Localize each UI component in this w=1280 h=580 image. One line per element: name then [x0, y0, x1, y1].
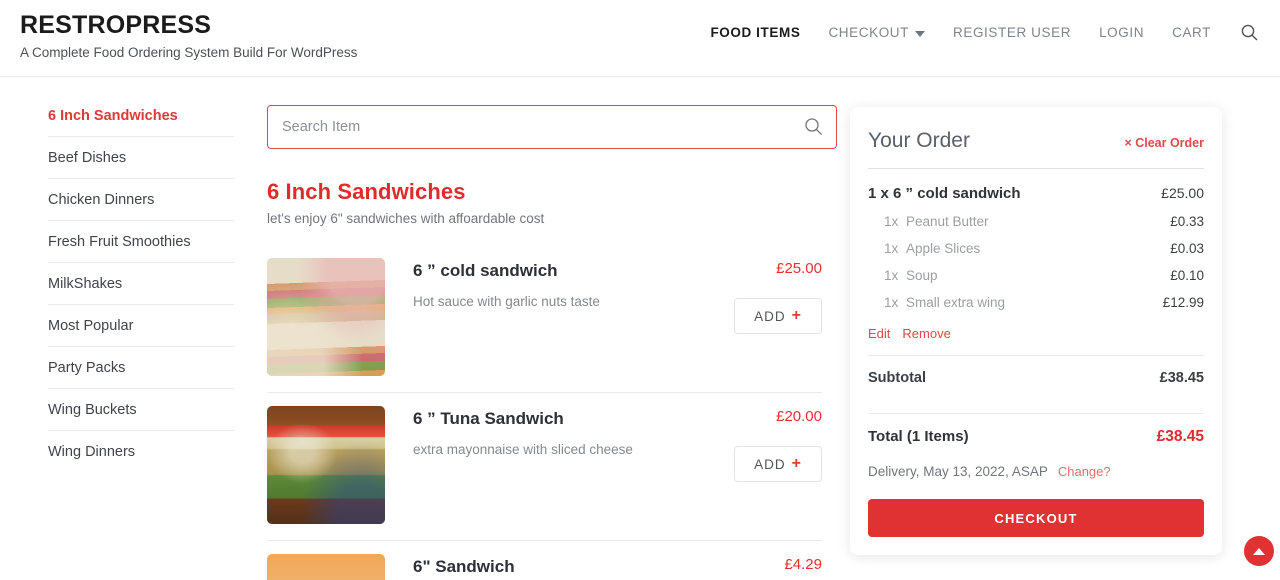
edit-item-button[interactable]: Edit [868, 326, 890, 341]
food-item-price: £25.00 [776, 260, 822, 277]
food-item-image [267, 406, 385, 524]
add-to-cart-button[interactable]: ADD + [734, 446, 822, 482]
food-item-price: £4.29 [784, 556, 822, 573]
caret-up-icon [1253, 547, 1265, 555]
category-sidebar: 6 Inch Sandwiches Beef Dishes Chicken Di… [20, 105, 234, 472]
chevron-down-icon [915, 30, 925, 37]
food-item-image [267, 258, 385, 376]
order-addon-row: 1x Apple Slices £0.03 [868, 241, 1204, 256]
order-addon-row: 1x Small extra wing £12.99 [868, 295, 1204, 310]
food-item-actions: £20.00 ADD + [682, 406, 822, 482]
addon-price: £0.33 [1170, 214, 1204, 229]
addon-qty: 1x [884, 295, 899, 310]
nav-item-cart[interactable]: CART [1158, 25, 1225, 40]
search-input[interactable] [267, 105, 837, 149]
order-column: Your Order × Clear Order 1 x 6 ” cold sa… [822, 105, 1240, 555]
order-line-item-name: 1 x 6 ” cold sandwich [868, 185, 1021, 202]
add-button-label: ADD [754, 456, 786, 472]
subtotal-label: Subtotal [868, 370, 926, 386]
brand-tagline: A Complete Food Ordering System Build Fo… [20, 45, 358, 60]
addon-qty: 1x [884, 268, 899, 283]
search-bar [267, 105, 837, 149]
food-item-actions: £4.29 [682, 554, 822, 576]
order-card: Your Order × Clear Order 1 x 6 ” cold sa… [850, 107, 1222, 555]
plus-icon: + [791, 307, 802, 324]
brand[interactable]: RESTROPRESS A Complete Food Ordering Sys… [20, 10, 357, 63]
nav-item-label: CART [1172, 25, 1211, 40]
nav-item-label: CHECKOUT [828, 25, 909, 40]
addon-name: Apple Slices [906, 241, 981, 256]
subtotal-value: £38.45 [1159, 370, 1204, 386]
subtotal-row: Subtotal £38.45 [868, 356, 1204, 399]
food-item-body: 6 ” Tuna Sandwich extra mayonnaise with … [385, 406, 822, 482]
food-list-column: 6 Inch Sandwiches let's enjoy 6" sandwic… [234, 105, 837, 580]
food-item-price: £20.00 [776, 408, 822, 425]
food-item-row[interactable]: 6" Sandwich £4.29 [267, 541, 822, 580]
food-list: 6 ” cold sandwich Hot sauce with garlic … [267, 245, 822, 580]
sidebar-item-most-popular[interactable]: Most Popular [48, 305, 234, 347]
addon-name: Peanut Butter [906, 214, 989, 229]
sidebar-item-wing-buckets[interactable]: Wing Buckets [48, 389, 234, 431]
addon-price: £0.10 [1170, 268, 1204, 283]
sidebar-item-beef-dishes[interactable]: Beef Dishes [48, 137, 234, 179]
category-subtitle: let's enjoy 6" sandwiches with affoardab… [267, 211, 545, 226]
sidebar-item-party-packs[interactable]: Party Packs [48, 347, 234, 389]
search-icon [1241, 24, 1258, 41]
divider [868, 168, 1204, 169]
sidebar-item-6-inch-sandwiches[interactable]: 6 Inch Sandwiches [48, 107, 234, 137]
nav-item-label: REGISTER USER [953, 25, 1072, 40]
delivery-text: Delivery, May 13, 2022, ASAP [868, 464, 1048, 479]
category-heading: 6 Inch Sandwiches [267, 179, 466, 204]
scroll-to-top-button[interactable] [1244, 536, 1274, 566]
addon-qty: 1x [884, 241, 899, 256]
addon-name: Soup [906, 268, 938, 283]
addon-qty: 1x [884, 214, 899, 229]
addon-name: Small extra wing [906, 295, 1006, 310]
nav-item-register-user[interactable]: REGISTER USER [939, 25, 1085, 40]
food-item-row[interactable]: 6 ” Tuna Sandwich extra mayonnaise with … [267, 393, 822, 541]
order-line-item: 1 x 6 ” cold sandwich £25.00 [868, 185, 1204, 202]
food-item-row[interactable]: 6 ” cold sandwich Hot sauce with garlic … [267, 245, 822, 393]
total-label: Total (1 Items) [868, 428, 969, 445]
site-header: RESTROPRESS A Complete Food Ordering Sys… [0, 0, 1280, 77]
delivery-row: Delivery, May 13, 2022, ASAP Change? [868, 464, 1204, 479]
sidebar-item-chicken-dinners[interactable]: Chicken Dinners [48, 179, 234, 221]
change-delivery-button[interactable]: Change? [1058, 464, 1111, 479]
header-search-button[interactable] [1225, 24, 1260, 41]
total-row: Total (1 Items) £38.45 [868, 414, 1204, 459]
addon-price: £12.99 [1162, 295, 1204, 310]
add-to-cart-button[interactable]: ADD + [734, 298, 822, 334]
food-item-image [267, 554, 385, 580]
remove-item-button[interactable]: Remove [902, 326, 950, 341]
food-item-actions: £25.00 ADD + [682, 258, 822, 334]
food-item-body: 6" Sandwich £4.29 [385, 554, 822, 578]
order-addon-row: 1x Soup £0.10 [868, 268, 1204, 283]
sidebar-item-milkshakes[interactable]: MilkShakes [48, 263, 234, 305]
order-title: Your Order [868, 129, 970, 152]
sidebar-item-fresh-fruit-smoothies[interactable]: Fresh Fruit Smoothies [48, 221, 234, 263]
order-header: Your Order × Clear Order [868, 127, 1204, 154]
plus-icon: + [791, 455, 802, 472]
nav-item-label: FOOD ITEMS [710, 25, 801, 40]
checkout-button[interactable]: CHECKOUT [868, 499, 1204, 537]
order-addon-row: 1x Peanut Butter £0.33 [868, 214, 1204, 229]
food-item-body: 6 ” cold sandwich Hot sauce with garlic … [385, 258, 822, 334]
sidebar-item-wing-dinners[interactable]: Wing Dinners [48, 431, 234, 472]
nav-item-food-items[interactable]: FOOD ITEMS [696, 25, 814, 40]
order-line-item-price: £25.00 [1161, 185, 1204, 201]
nav-item-label: LOGIN [1099, 25, 1145, 40]
total-value: £38.45 [1156, 428, 1204, 445]
page-body: 6 Inch Sandwiches Beef Dishes Chicken Di… [0, 77, 1280, 580]
add-button-label: ADD [754, 308, 786, 324]
main-nav: FOOD ITEMS CHECKOUT REGISTER USER LOGIN … [696, 24, 1260, 41]
clear-order-button[interactable]: × Clear Order [1124, 136, 1204, 150]
addon-price: £0.03 [1170, 241, 1204, 256]
nav-item-login[interactable]: LOGIN [1085, 25, 1158, 40]
order-item-actions: Edit Remove [868, 326, 1204, 341]
nav-item-checkout[interactable]: CHECKOUT [814, 25, 939, 40]
brand-title: RESTROPRESS [20, 11, 212, 39]
